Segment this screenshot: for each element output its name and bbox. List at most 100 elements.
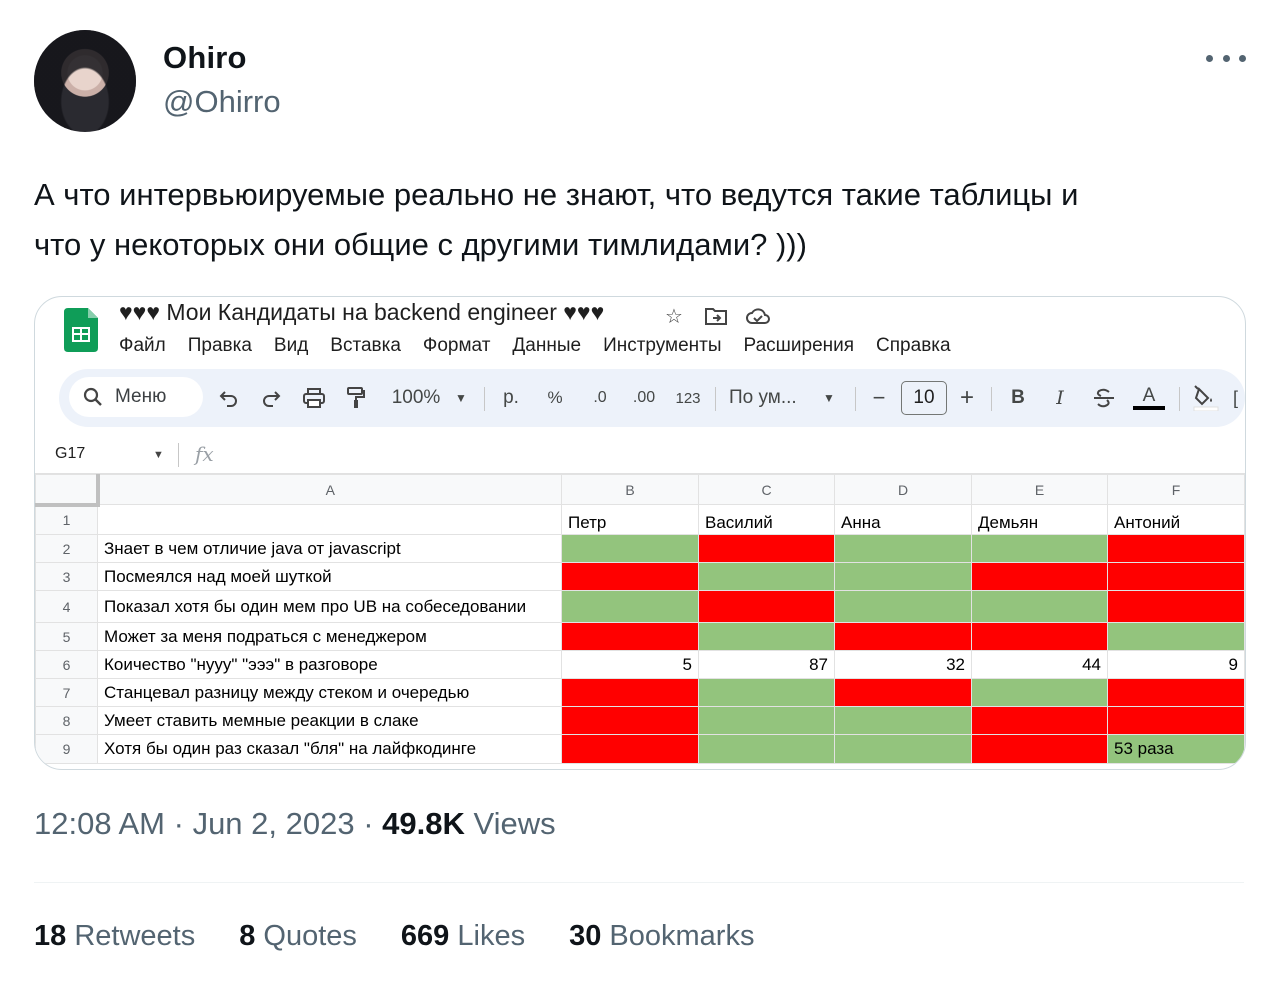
score-cell-no[interactable] <box>561 734 699 764</box>
row-number[interactable]: 8 <box>35 706 98 735</box>
currency-format-button[interactable]: р. <box>499 383 523 413</box>
menu-search-button[interactable]: Меню <box>69 377 203 417</box>
score-cell-no[interactable] <box>971 706 1108 735</box>
menu-edit[interactable]: Правка <box>188 335 252 357</box>
column-header-b[interactable]: B <box>561 474 699 505</box>
criterion-label[interactable]: Хотя бы один раз сказал "бля" на лайфкод… <box>97 734 562 764</box>
menu-tools[interactable]: Инструменты <box>603 335 721 357</box>
candidate-name[interactable]: Петр <box>561 504 699 535</box>
score-cell-yes[interactable] <box>834 590 972 623</box>
score-cell-yes[interactable] <box>834 706 972 735</box>
author-handle[interactable]: @Ohirro <box>163 84 281 120</box>
row-number[interactable]: 9 <box>35 734 98 764</box>
score-cell-no[interactable] <box>971 622 1108 651</box>
retweets-stat[interactable]: 18 Retweets <box>34 920 195 953</box>
column-header-a[interactable]: A <box>97 474 562 505</box>
cloud-status-icon[interactable] <box>745 303 771 329</box>
percent-format-button[interactable]: % <box>543 383 567 413</box>
move-folder-icon[interactable] <box>703 303 729 329</box>
score-cell-yes[interactable] <box>971 678 1108 707</box>
criterion-label[interactable]: Умеет ставить мемные реакции в слаке <box>97 706 562 735</box>
score-cell-no[interactable] <box>1107 706 1245 735</box>
score-cell-no[interactable] <box>561 678 699 707</box>
candidate-name[interactable]: Василий <box>698 504 835 535</box>
score-cell-yes[interactable] <box>698 562 835 591</box>
menu-file[interactable]: Файл <box>119 335 166 357</box>
score-cell-yes[interactable] <box>834 734 972 764</box>
row-number[interactable]: 3 <box>35 562 98 591</box>
score-cell-no[interactable] <box>1107 534 1245 563</box>
menu-extensions[interactable]: Расширения <box>744 335 855 357</box>
count-cell[interactable]: 9 <box>1107 650 1245 679</box>
font-select[interactable]: По ум... <box>729 383 815 413</box>
menu-format[interactable]: Формат <box>423 335 491 357</box>
document-title[interactable]: ♥♥♥ Мои Кандидаты на backend engineer ♥♥… <box>119 299 604 326</box>
count-cell[interactable]: 5 <box>561 650 699 679</box>
criterion-label[interactable]: Коичество "нууу" "эээ" в разговоре <box>97 650 562 679</box>
score-cell-yes[interactable] <box>834 562 972 591</box>
score-cell-yes[interactable] <box>971 534 1108 563</box>
score-cell-no[interactable] <box>834 622 972 651</box>
score-cell-no[interactable] <box>1107 678 1245 707</box>
select-all-corner[interactable] <box>35 474 100 507</box>
strikethrough-icon[interactable] <box>1089 383 1119 413</box>
column-header-f[interactable]: F <box>1107 474 1245 505</box>
count-cell[interactable]: 32 <box>834 650 972 679</box>
score-cell-yes[interactable] <box>1107 622 1245 651</box>
criterion-label[interactable]: Показал хотя бы один мем про UB на собес… <box>97 590 562 623</box>
criterion-label[interactable]: Знает в чем отличие java от javascript <box>97 534 562 563</box>
font-size-input[interactable]: 10 <box>901 381 947 415</box>
score-cell-no[interactable] <box>971 562 1108 591</box>
chevron-down-icon[interactable]: ▼ <box>451 383 471 413</box>
tweet-image[interactable]: ♥♥♥ Мои Кандидаты на backend engineer ♥♥… <box>34 296 1246 770</box>
undo-icon[interactable] <box>215 383 243 413</box>
score-cell-no[interactable] <box>834 678 972 707</box>
redo-icon[interactable] <box>257 383 285 413</box>
criterion-label[interactable]: Может за меня подраться с менеджером <box>97 622 562 651</box>
star-icon[interactable]: ☆ <box>661 303 687 329</box>
text-color-button[interactable]: A <box>1133 383 1165 413</box>
score-cell-no[interactable] <box>1107 590 1245 623</box>
count-cell[interactable]: 87 <box>698 650 835 679</box>
score-cell-no[interactable] <box>971 734 1108 764</box>
fill-color-icon[interactable] <box>1191 383 1221 413</box>
score-cell-no[interactable] <box>561 622 699 651</box>
score-cell-yes[interactable] <box>834 534 972 563</box>
criterion-label[interactable]: Посмеялся над моей шуткой <box>97 562 562 591</box>
font-size-increase-button[interactable]: + <box>955 383 979 413</box>
paint-format-icon[interactable] <box>341 383 371 413</box>
menu-help[interactable]: Справка <box>876 335 951 357</box>
chevron-down-icon[interactable]: ▼ <box>153 449 164 461</box>
score-cell-yes[interactable] <box>971 590 1108 623</box>
decrease-decimal-button[interactable]: .0 <box>585 383 615 413</box>
font-size-decrease-button[interactable]: − <box>867 383 891 413</box>
increase-decimal-button[interactable]: .00 <box>627 383 661 413</box>
bookmarks-stat[interactable]: 30 Bookmarks <box>569 920 754 953</box>
avatar[interactable] <box>34 30 136 132</box>
menu-data[interactable]: Данные <box>512 335 581 357</box>
zoom-select[interactable]: 100% <box>385 383 447 413</box>
score-cell-no[interactable] <box>561 562 699 591</box>
score-cell-no[interactable] <box>698 590 835 623</box>
score-cell-no[interactable] <box>698 534 835 563</box>
quotes-stat[interactable]: 8 Quotes <box>239 920 357 953</box>
name-box[interactable]: G17 <box>55 445 85 463</box>
row-number[interactable]: 2 <box>35 534 98 563</box>
cell[interactable] <box>97 504 562 535</box>
score-cell-yes[interactable] <box>698 622 835 651</box>
score-cell-note[interactable]: 53 раза <box>1107 734 1245 764</box>
italic-button[interactable]: I <box>1047 383 1073 413</box>
menu-insert[interactable]: Вставка <box>330 335 401 357</box>
row-number[interactable]: 6 <box>35 650 98 679</box>
column-header-d[interactable]: D <box>834 474 972 505</box>
row-number[interactable]: 1 <box>35 504 98 535</box>
likes-stat[interactable]: 669 Likes <box>401 920 525 953</box>
column-header-c[interactable]: C <box>698 474 835 505</box>
candidate-name[interactable]: Антоний <box>1107 504 1245 535</box>
score-cell-yes[interactable] <box>561 590 699 623</box>
tweet-timestamp[interactable]: 12:08 AM · Jun 2, 2023 · 49.8K Views <box>34 806 556 842</box>
count-cell[interactable]: 44 <box>971 650 1108 679</box>
row-number[interactable]: 7 <box>35 678 98 707</box>
row-number[interactable]: 5 <box>35 622 98 651</box>
score-cell-yes[interactable] <box>698 706 835 735</box>
